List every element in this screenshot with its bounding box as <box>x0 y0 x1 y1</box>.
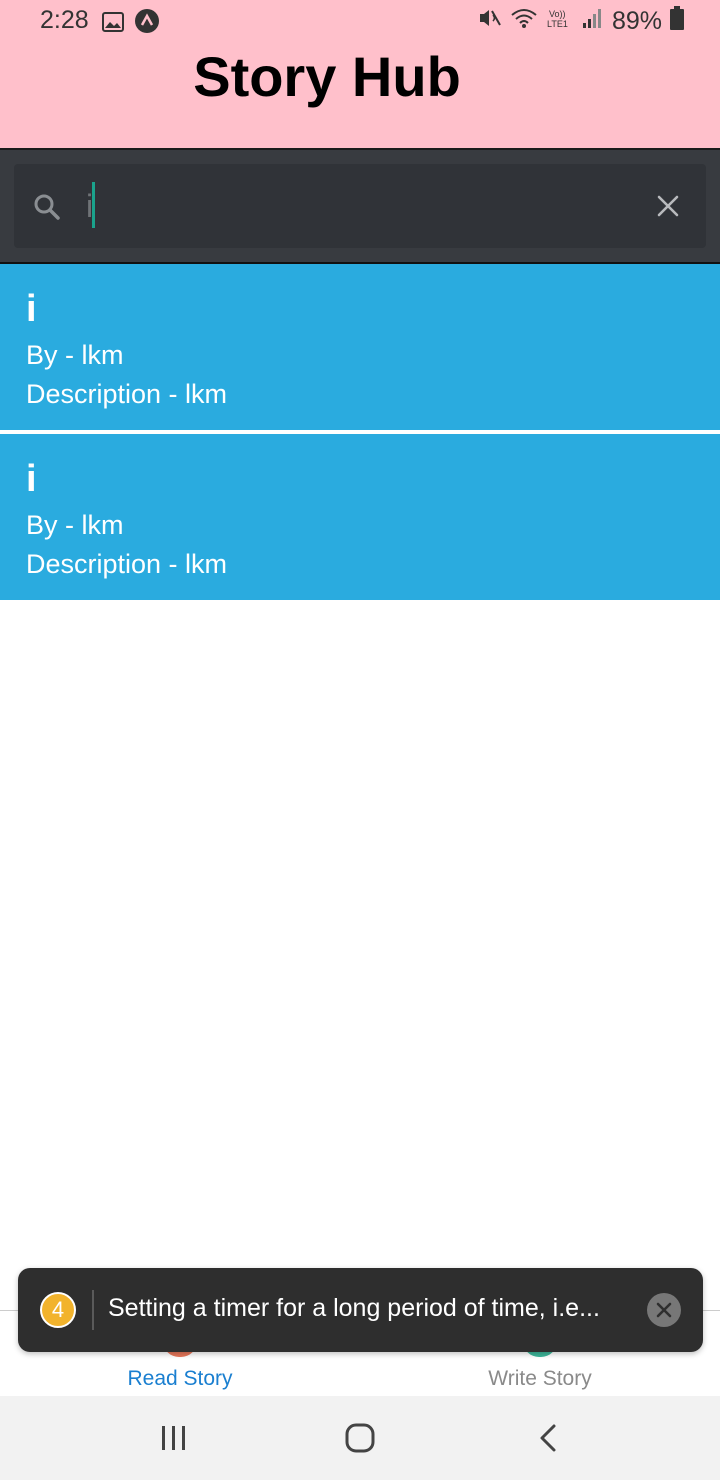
status-right: Vo)) LTE1 89% <box>478 6 684 37</box>
warning-count-badge: 4 <box>40 1292 76 1328</box>
recents-icon[interactable] <box>154 1418 194 1458</box>
status-bar: 2:28 Vo)) LTE1 89% <box>0 0 720 44</box>
status-time: 2:28 <box>40 6 89 34</box>
close-icon[interactable] <box>656 194 680 218</box>
screen: 2:28 Vo)) LTE1 89% Story Hub i i By - lk… <box>0 0 720 1480</box>
story-title: i <box>26 288 37 330</box>
story-author: By - lkm <box>26 340 124 370</box>
app-title: Story Hub <box>193 45 461 108</box>
image-icon <box>102 10 124 39</box>
battery-icon <box>670 6 684 37</box>
wifi-icon <box>510 7 538 36</box>
story-list: i By - lkm Description - lkm i By - lkm … <box>0 264 720 600</box>
toast-divider <box>92 1290 94 1330</box>
system-nav-bar <box>0 1396 720 1480</box>
status-left-icons <box>102 8 160 41</box>
search-input[interactable]: i <box>14 164 706 248</box>
app-header: 2:28 Vo)) LTE1 89% Story Hub <box>0 0 720 148</box>
search-icon <box>32 192 62 222</box>
story-description: Description - lkm <box>26 379 228 409</box>
tab-write-story-label: Write Story <box>488 1367 592 1390</box>
back-icon[interactable] <box>528 1418 568 1458</box>
text-cursor <box>92 182 95 228</box>
tab-read-story-label: Read Story <box>127 1367 233 1390</box>
close-icon[interactable] <box>647 1293 681 1327</box>
story-description: Description - lkm <box>26 549 228 579</box>
story-title: i <box>26 458 37 500</box>
svg-text:LTE1: LTE1 <box>547 19 568 29</box>
home-icon[interactable] <box>340 1418 380 1458</box>
story-author: By - lkm <box>26 510 124 540</box>
svg-text:Vo)): Vo)) <box>549 9 566 19</box>
story-card[interactable]: i By - lkm Description - lkm <box>0 434 720 600</box>
battery-percent: 89% <box>611 7 662 35</box>
warning-toast[interactable]: 4 Setting a timer for a long period of t… <box>18 1268 703 1352</box>
signal-icon <box>582 7 604 36</box>
mute-icon <box>478 7 502 36</box>
story-card[interactable]: i By - lkm Description - lkm <box>0 264 720 430</box>
app-notification-icon <box>134 8 160 41</box>
volte-icon: Vo)) LTE1 <box>546 7 574 36</box>
toast-message: Setting a timer for a long period of tim… <box>108 1294 600 1322</box>
search-bar-container: i <box>0 150 720 264</box>
